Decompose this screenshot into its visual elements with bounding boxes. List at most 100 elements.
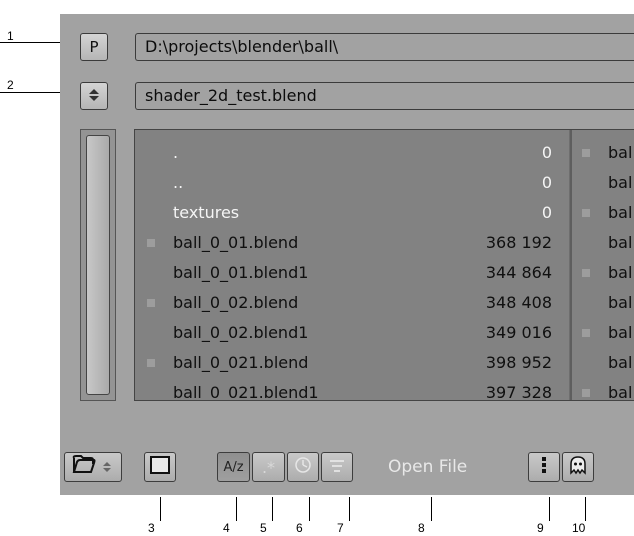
updown-arrow-icon: [89, 87, 99, 105]
blend-file-icon: [582, 269, 590, 277]
file-name: bal: [608, 383, 633, 401]
file-size: 397 328: [485, 383, 552, 401]
file-row[interactable]: textures 0: [135, 198, 569, 228]
file-size: 0: [541, 203, 552, 222]
file-row[interactable]: ball_0_021.blend 398 952: [135, 348, 569, 378]
file-name: ..: [173, 173, 184, 192]
file-size: 348 408: [485, 293, 552, 312]
hide-dot-files-button[interactable]: [562, 452, 594, 482]
file-size: 368 192: [485, 233, 552, 252]
blend-file-icon: [582, 149, 590, 157]
file-row[interactable]: bal: [572, 228, 634, 258]
blend-file-icon: [147, 299, 155, 307]
window-icon: [150, 456, 170, 478]
sort-ext-icon: .*: [261, 457, 276, 477]
file-row[interactable]: bal: [572, 348, 634, 378]
file-name: bal: [608, 173, 633, 192]
file-name: bal: [608, 353, 633, 372]
file-row[interactable]: bal: [572, 288, 634, 318]
file-name-text: shader_2d_test.blend: [145, 86, 317, 105]
directory-menu-button[interactable]: [80, 82, 108, 110]
file-size: 0: [541, 173, 552, 192]
file-name-field[interactable]: shader_2d_test.blend: [135, 82, 634, 110]
file-row[interactable]: ball_0_02.blend 348 408: [135, 288, 569, 318]
file-name: ball_0_021.blend: [173, 353, 309, 372]
file-name: bal: [608, 203, 633, 222]
file-name: bal: [608, 143, 633, 162]
callout-5-line: [272, 497, 273, 521]
file-row[interactable]: ball_0_01.blend 368 192: [135, 228, 569, 258]
sort-alphabetical-button[interactable]: A/z: [217, 452, 250, 482]
sort-time-button[interactable]: [287, 452, 319, 482]
blend-file-icon: [147, 359, 155, 367]
callout-4-line: [236, 497, 237, 521]
blend-file-icon: [582, 209, 590, 217]
file-row[interactable]: ball_0_021.blend1 397 328: [135, 378, 569, 401]
file-row[interactable]: ball_0_02.blend1 349 016: [135, 318, 569, 348]
window-type-menu[interactable]: [64, 452, 122, 482]
file-name: ball_0_02.blend1: [173, 323, 309, 342]
directory-path-text: D:\projects\blender\ball\: [145, 37, 339, 56]
file-row[interactable]: bal: [572, 258, 634, 288]
sort-alpha-icon: A/z: [223, 459, 244, 475]
callout-5: 5: [260, 521, 267, 535]
file-row[interactable]: bal: [572, 378, 634, 401]
file-name: bal: [608, 293, 633, 312]
blend-file-icon: [582, 329, 590, 337]
parent-button-label: P: [89, 38, 99, 56]
callout-3: 3: [148, 521, 155, 535]
parent-directory-button[interactable]: P: [80, 33, 108, 61]
file-name: ball_0_01.blend: [173, 233, 299, 252]
show-details-button[interactable]: [528, 452, 560, 482]
callout-4: 4: [223, 521, 230, 535]
callout-6-line: [309, 497, 310, 521]
file-size: 0: [541, 143, 552, 162]
file-list-scrollbar[interactable]: [80, 129, 116, 401]
file-name: bal: [608, 323, 633, 342]
callout-6: 6: [296, 521, 303, 535]
file-size: 398 952: [485, 353, 552, 372]
callout-3-line: [160, 497, 161, 521]
file-row[interactable]: bal: [572, 198, 634, 228]
callout-9-line: [549, 497, 550, 521]
callout-7: 7: [337, 521, 344, 535]
file-name: bal: [608, 233, 633, 252]
callout-9: 9: [537, 521, 544, 535]
file-name: bal: [608, 263, 633, 282]
ghost-icon: [568, 455, 588, 479]
callout-10-line: [585, 497, 586, 521]
file-row[interactable]: .. 0: [135, 168, 569, 198]
directory-path-field[interactable]: D:\projects\blender\ball\: [135, 33, 634, 61]
callout-2: 2: [7, 78, 14, 92]
file-name: ball_0_021.blend1: [173, 383, 319, 401]
file-size: 349 016: [485, 323, 552, 342]
file-size: 344 864: [485, 263, 552, 282]
callout-1: 1: [7, 29, 14, 43]
file-name: ball_0_02.blend: [173, 293, 299, 312]
scrollbar-thumb[interactable]: [86, 135, 110, 395]
open-file-label: Open File: [388, 457, 468, 477]
file-name: textures: [173, 203, 240, 222]
file-browser-icon: [71, 454, 97, 480]
file-name: .: [173, 143, 179, 162]
file-row[interactable]: bal: [572, 138, 634, 168]
file-row[interactable]: bal: [572, 168, 634, 198]
size-bars-icon: [329, 458, 345, 477]
sort-extension-button[interactable]: .*: [252, 452, 285, 482]
fullscreen-toggle-button[interactable]: [144, 452, 176, 482]
blend-file-icon: [147, 239, 155, 247]
file-name: ball_0_01.blend1: [173, 263, 309, 282]
callout-7-line: [349, 497, 350, 521]
callout-10: 10: [572, 521, 586, 535]
sort-size-button[interactable]: [321, 452, 353, 482]
file-row[interactable]: ball_0_01.blend1 344 864: [135, 258, 569, 288]
blend-file-icon: [582, 389, 590, 397]
callout-8-line: [431, 497, 432, 521]
details-list-icon: [540, 456, 548, 478]
file-list: . 0.. 0 textures 0 ball_0_01.blend 368 192 ball…: [134, 129, 634, 401]
file-row[interactable]: .0: [135, 138, 569, 168]
updown-arrow-icon: [103, 458, 111, 477]
file-row[interactable]: bal: [572, 318, 634, 348]
clock-icon: [294, 456, 312, 478]
callout-8: 8: [418, 521, 425, 535]
